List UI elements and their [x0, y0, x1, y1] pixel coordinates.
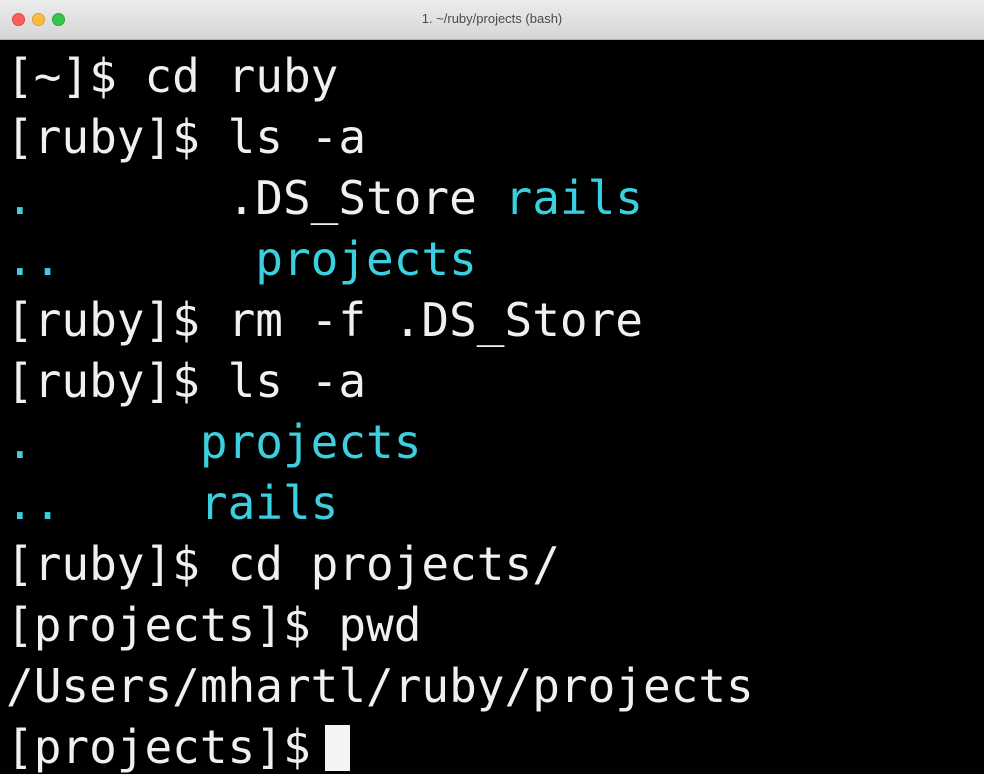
column-spacer	[61, 476, 199, 530]
directory-entry: rails	[504, 171, 643, 225]
directory-entry: projects	[199, 415, 422, 469]
directory-entry: ..	[6, 476, 62, 530]
shell-prompt: [ruby]$	[6, 354, 228, 408]
command-text: cd projects/	[227, 537, 560, 591]
shell-prompt: [ruby]$	[6, 293, 228, 347]
column-spacer	[34, 415, 200, 469]
command-text: pwd	[338, 598, 422, 652]
terminal-line: . projects	[0, 412, 984, 473]
terminal-line: [~]$ cd ruby	[0, 46, 984, 107]
directory-entry: .	[6, 415, 34, 469]
terminal-line: [ruby]$ ls -a	[0, 351, 984, 412]
terminal-line: .. rails	[0, 473, 984, 534]
terminal-line: [ruby]$ ls -a	[0, 107, 984, 168]
shell-prompt: [ruby]$	[6, 537, 228, 591]
terminal-line: . .DS_Store rails	[0, 168, 984, 229]
terminal-window: 1. ~/ruby/projects (bash) [~]$ cd ruby […	[0, 0, 984, 774]
title-bar[interactable]: 1. ~/ruby/projects (bash)	[0, 0, 984, 40]
directory-entry: projects	[255, 232, 477, 286]
terminal-line: .. projects	[0, 229, 984, 290]
terminal-line: [ruby]$ rm -f .DS_Store	[0, 290, 984, 351]
shell-prompt: [projects]$	[6, 720, 311, 774]
shell-prompt: [ruby]$	[6, 110, 228, 164]
shell-prompt: [~]$	[6, 49, 145, 103]
terminal-line: [projects]$ pwd	[0, 595, 984, 656]
terminal-output[interactable]: [~]$ cd ruby [ruby]$ ls -a . .DS_Store r…	[0, 46, 984, 774]
text-cursor	[324, 725, 350, 771]
command-text: ls -a	[227, 110, 367, 164]
terminal-line: [ruby]$ cd projects/	[0, 534, 984, 595]
directory-entry: ..	[6, 232, 62, 286]
file-entry: .DS_Store	[33, 171, 505, 225]
window-title: 1. ~/ruby/projects (bash)	[421, 11, 563, 26]
command-text: cd ruby	[144, 49, 339, 103]
command-text: ls -a	[227, 354, 367, 408]
terminal-line: /Users/mhartl/ruby/projects	[0, 656, 984, 717]
terminal-line: [projects]$	[0, 717, 984, 774]
column-spacer	[61, 232, 255, 286]
shell-prompt: [projects]$	[6, 598, 339, 652]
command-output: /Users/mhartl/ruby/projects	[6, 659, 754, 713]
directory-entry: rails	[199, 476, 339, 530]
directory-entry: .	[6, 171, 34, 225]
command-text: rm -f .DS_Store	[227, 293, 643, 347]
